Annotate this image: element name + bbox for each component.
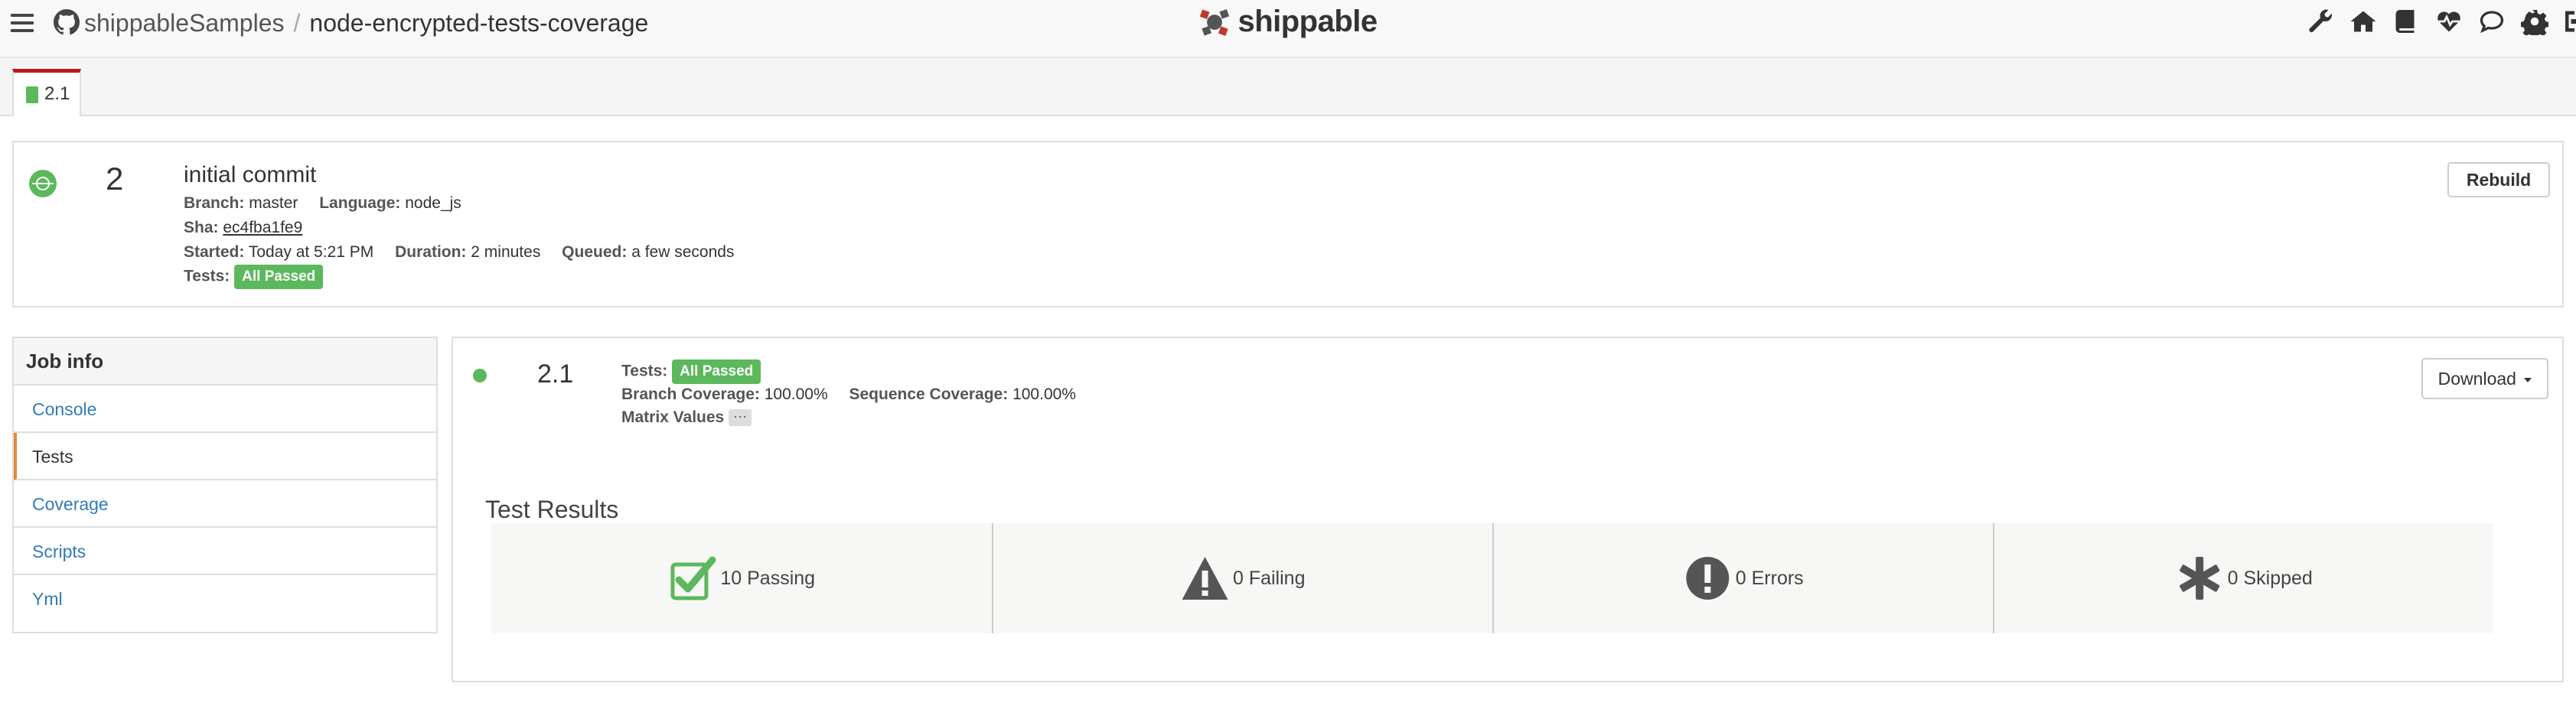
job-tests-line: Tests: All Passed — [621, 360, 761, 384]
rebuild-button[interactable]: Rebuild — [2447, 162, 2550, 197]
timing-line: Started: Today at 5:21 PM Duration: 2 mi… — [184, 243, 751, 262]
started-value: Today at 5:21 PM — [248, 243, 374, 261]
build-number: 2 — [106, 161, 124, 197]
checkbox-check-icon — [670, 556, 716, 600]
duration-label: Duration: — [395, 243, 467, 261]
sidebar-item-scripts[interactable]: Scripts — [14, 528, 436, 575]
sidebar-item-coverage[interactable]: Coverage — [14, 480, 436, 528]
queued-label: Queued: — [562, 243, 628, 261]
sidebar-item-yml[interactable]: Yml — [14, 575, 436, 623]
download-button[interactable]: Download — [2421, 358, 2548, 399]
wrench-icon[interactable] — [2307, 8, 2334, 35]
heartbeat-icon[interactable] — [2435, 8, 2463, 35]
branch-language-line: Branch: master Language: node_js — [184, 194, 478, 213]
top-navbar: shippableSamples / node-encrypted-tests-co… — [0, 0, 2576, 58]
test-results-summary: 10 Passing 0 Failing 0 Errors 0 Skipped — [491, 523, 2493, 633]
breadcrumb-repo[interactable]: node-encrypted-tests-coverage — [309, 9, 648, 37]
brand-name: shippable — [1237, 5, 1378, 38]
duration-value: 2 minutes — [471, 243, 541, 261]
job-detail-panel: 2.1 Tests: All Passed Branch Coverage: 1… — [452, 337, 2564, 682]
test-results-title: Test Results — [485, 496, 619, 523]
matrix-line: Matrix Values ··· — [621, 408, 752, 427]
job-number: 2.1 — [537, 360, 574, 389]
caret-down-icon — [2524, 377, 2532, 382]
sidebar-item-console[interactable]: Console — [14, 386, 436, 433]
branch-coverage-label: Branch Coverage: — [621, 386, 760, 403]
skipped-cell: 0 Skipped — [1993, 523, 2493, 633]
build-summary: 2 initial commit Branch: master Language… — [12, 141, 2564, 307]
language-label: Language: — [319, 194, 401, 212]
branch-label: Branch: — [184, 194, 245, 212]
errors-count: 0 Errors — [1735, 567, 1804, 589]
github-icon — [54, 9, 80, 35]
sign-out-icon[interactable] — [2561, 8, 2576, 35]
tests-status-badge: All Passed — [234, 265, 324, 289]
book-icon[interactable] — [2392, 8, 2420, 35]
chat-icon[interactable] — [2478, 8, 2506, 35]
queued-value: a few seconds — [631, 243, 735, 261]
matrix-values-toggle[interactable]: ··· — [729, 409, 752, 427]
breadcrumb: shippableSamples / node-encrypted-tests-co… — [84, 6, 648, 40]
errors-cell: 0 Errors — [1492, 523, 1993, 633]
job-tests-badge: All Passed — [672, 360, 761, 384]
failing-cell: 0 Failing — [992, 523, 1492, 633]
job-info-panel: Job info Console Tests Coverage Scripts … — [12, 337, 438, 633]
tab-job-2-1[interactable]: 2.1 — [12, 69, 81, 116]
skipped-count: 0 Skipped — [2227, 567, 2313, 589]
started-label: Started: — [184, 243, 245, 261]
job-tab-strip: 2.1 — [0, 58, 2576, 116]
sha-line: Sha: ec4fba1fe9 — [184, 219, 302, 237]
job-status-dot — [473, 369, 487, 382]
commit-message: initial commit — [184, 162, 317, 187]
matrix-values-label: Matrix Values — [621, 408, 725, 426]
breadcrumb-org[interactable]: shippableSamples — [84, 9, 285, 37]
tests-line: Tests: All Passed — [184, 265, 324, 289]
tests-label: Tests: — [184, 267, 230, 285]
download-label: Download — [2437, 369, 2516, 389]
shippable-logo-icon — [1199, 8, 1230, 36]
sidebar-item-tests[interactable]: Tests — [14, 433, 436, 480]
exclamation-circle-icon — [1686, 557, 1730, 600]
passing-cell: 10 Passing — [491, 523, 992, 633]
menu-icon[interactable] — [11, 14, 34, 34]
coverage-line: Branch Coverage: 100.00% Sequence Covera… — [621, 386, 1093, 404]
commit-status-icon — [29, 170, 57, 197]
breadcrumb-separator: / — [293, 9, 301, 37]
brand[interactable]: shippable — [1198, 5, 1378, 41]
sequence-coverage-value: 100.00% — [1012, 386, 1076, 403]
asterisk-icon — [2180, 557, 2220, 600]
sha-label: Sha: — [184, 219, 219, 236]
branch-value: master — [249, 194, 298, 212]
sequence-coverage-label: Sequence Coverage: — [849, 386, 1009, 403]
home-icon[interactable] — [2349, 8, 2377, 35]
job-status-icon — [26, 86, 38, 103]
language-value: node_js — [405, 194, 461, 212]
warning-icon — [1182, 557, 1228, 600]
tab-label: 2.1 — [44, 83, 70, 104]
failing-count: 0 Failing — [1232, 567, 1306, 589]
passing-count: 10 Passing — [720, 567, 816, 589]
branch-coverage-value: 100.00% — [764, 386, 828, 403]
gear-icon[interactable] — [2521, 8, 2548, 35]
sha-link[interactable]: ec4fba1fe9 — [223, 219, 302, 236]
job-info-title: Job info — [14, 338, 436, 386]
job-tests-label: Tests: — [621, 362, 668, 380]
